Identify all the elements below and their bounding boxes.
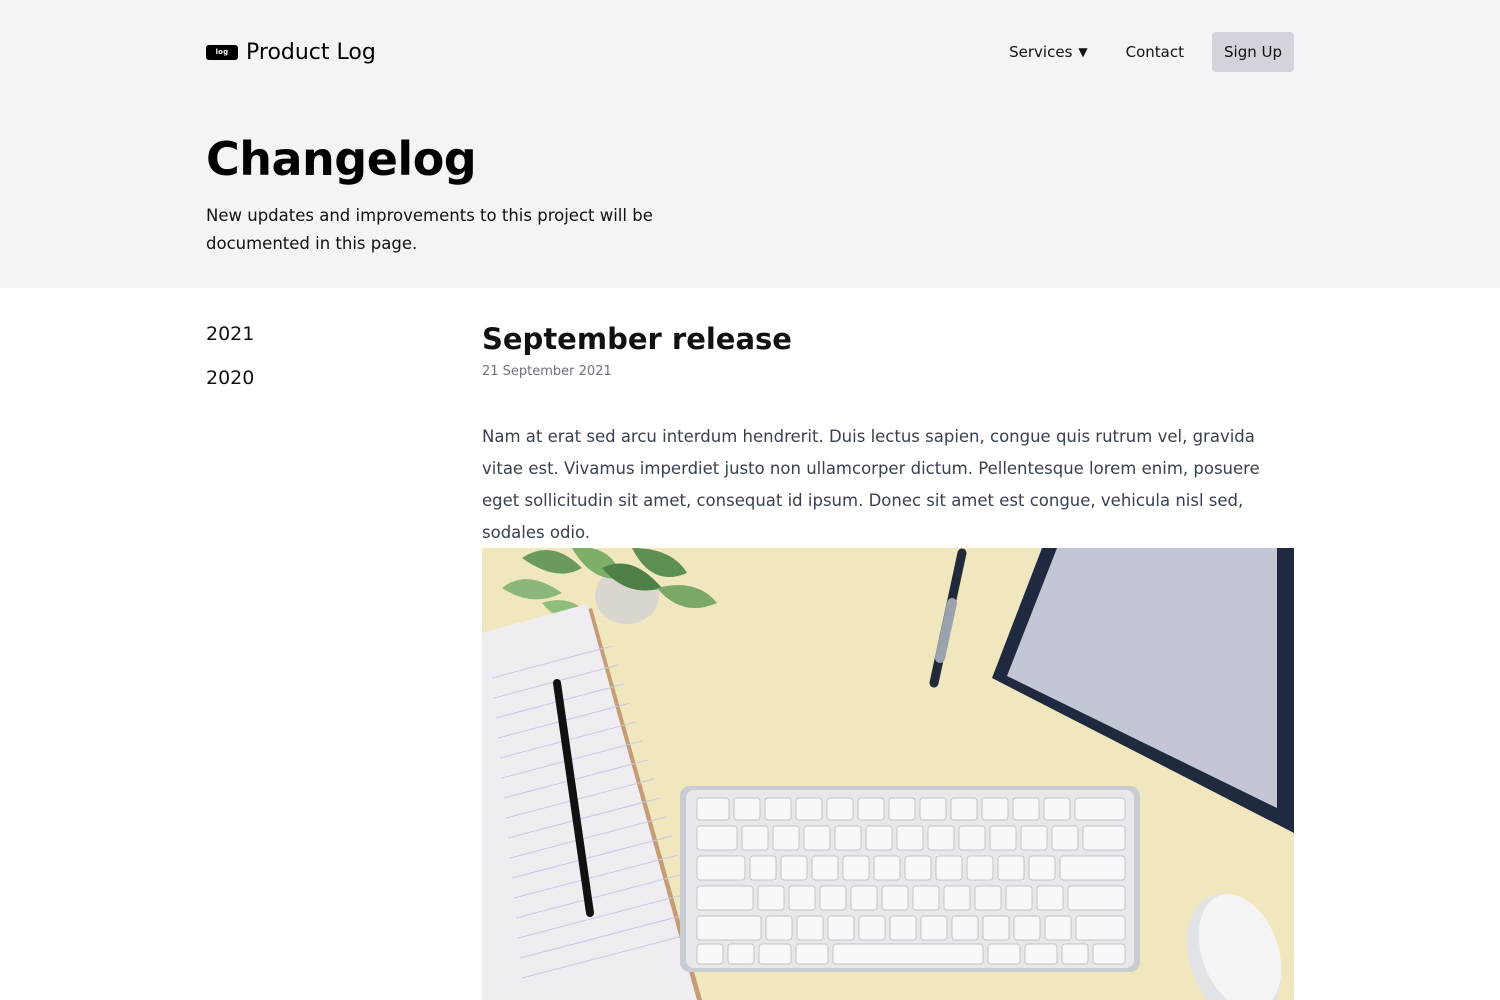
release-date: 21 September 2021 [482,364,612,379]
release-body: Nam at erat sed arcu interdum hendrerit.… [482,427,1260,542]
release-title: September release [482,322,792,356]
page-subtitle: New updates and improvements to this pro… [206,206,653,253]
year-link-2020[interactable]: 2020 [206,364,254,392]
services-label: Services [1009,43,1073,61]
release-entry: September release 21 September 2021 Nam … [482,320,1294,549]
contact-link[interactable]: Contact [1126,43,1184,61]
logo-icon: log [206,44,238,60]
year-nav: 2021 2020 [206,320,254,408]
brand[interactable]: log Product Log [206,40,376,65]
services-dropdown[interactable]: Services ▼ [1009,43,1088,61]
nav-menu: Services ▼ Contact Sign Up [1009,32,1294,72]
brand-name: Product Log [246,39,376,65]
caret-down-icon: ▼ [1078,45,1088,59]
navbar: log Product Log Services ▼ Contact Sign … [206,32,1294,72]
signup-button[interactable]: Sign Up [1212,32,1294,72]
page-title: Changelog [206,132,477,186]
page-header-section: log Product Log Services ▼ Contact Sign … [0,0,1500,288]
main-content: 2021 2020 September release 21 September… [0,288,1500,1000]
year-link-2021[interactable]: 2021 [206,320,254,348]
desk-photo-illustration [482,548,1294,1000]
keyboard-illustration [680,786,1140,972]
release-image [482,548,1294,1000]
